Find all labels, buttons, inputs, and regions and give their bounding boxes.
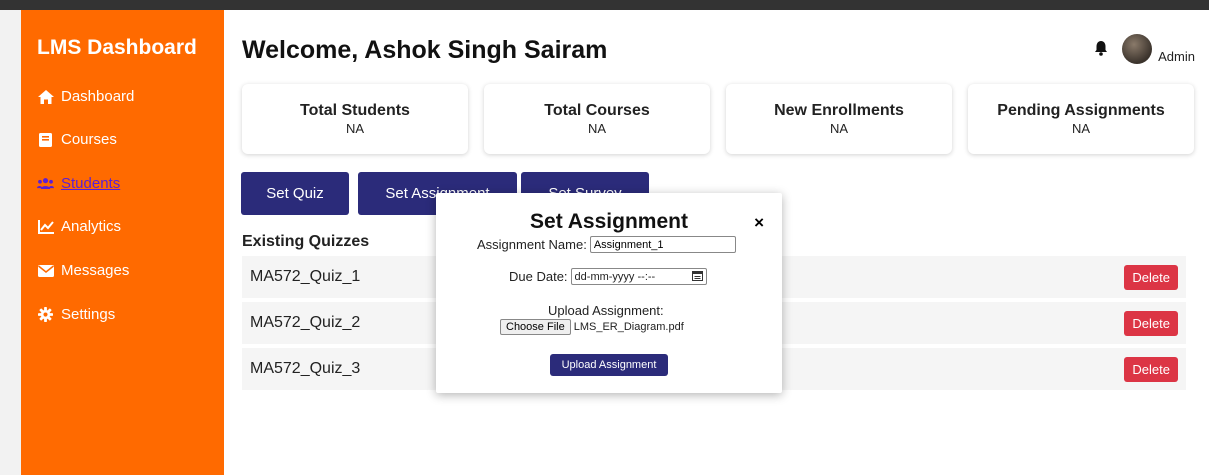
sidebar-item-messages[interactable]: Messages — [37, 262, 129, 279]
upload-label-row: Upload Assignment: — [548, 303, 664, 318]
choose-file-button[interactable]: Choose File — [500, 319, 571, 335]
sidebar-item-analytics[interactable]: Analytics — [37, 218, 121, 235]
book-icon — [37, 132, 54, 147]
stat-value: NA — [1071, 121, 1091, 136]
chart-line-icon — [37, 219, 54, 234]
set-quiz-button[interactable]: Set Quiz — [241, 172, 349, 215]
sidebar-item-label: Settings — [61, 306, 116, 323]
upload-assignment-button[interactable]: Upload Assignment — [550, 354, 668, 376]
stat-card-pending-assignments: Pending Assignments NA — [968, 84, 1194, 154]
sidebar-item-settings[interactable]: Settings — [37, 306, 115, 323]
users-icon — [37, 176, 54, 191]
delete-quiz-button[interactable]: Delete — [1124, 310, 1178, 336]
delete-quiz-button[interactable]: Delete — [1124, 356, 1178, 382]
stat-value: NA — [829, 121, 849, 136]
due-date-value: dd-mm-yyyy --:-- — [574, 270, 656, 283]
selected-file-name: LMS_ER_Diagram.pdf — [573, 321, 684, 333]
sidebar-item-students[interactable]: Students — [37, 175, 120, 192]
assignment-name-input[interactable] — [589, 236, 736, 253]
stat-card-total-courses: Total Courses NA — [484, 84, 710, 154]
gear-icon — [37, 307, 54, 322]
page-title: Welcome, Ashok Singh Sairam — [242, 36, 608, 64]
delete-quiz-button[interactable]: Delete — [1124, 264, 1178, 290]
sidebar-item-label: Dashboard — [61, 88, 135, 105]
avatar[interactable] — [1122, 34, 1153, 64]
quiz-name: MA572_Quiz_3 — [250, 360, 361, 377]
set-assignment-modal: Set Assignment × Assignment Name: Due Da… — [436, 193, 782, 393]
user-menu[interactable]: Admin — [1094, 34, 1195, 64]
stat-label: Total Students — [300, 102, 410, 119]
sidebar-item-label: Messages — [61, 262, 130, 279]
stat-label: New Enrollments — [774, 102, 904, 119]
sidebar-item-label: Courses — [61, 131, 117, 148]
due-date-label: Due Date: — [509, 269, 568, 284]
stat-value: NA — [345, 121, 365, 136]
home-icon — [37, 89, 54, 104]
file-picker: Choose File LMS_ER_Diagram.pdf — [500, 319, 684, 335]
stat-card-new-enrollments: New Enrollments NA — [726, 84, 952, 154]
upload-assignment-label: Upload Assignment: — [548, 303, 664, 318]
sidebar-item-label: Analytics — [61, 218, 122, 235]
stat-label: Pending Assignments — [997, 102, 1165, 119]
due-date-row: Due Date: dd-mm-yyyy --:-- — [509, 268, 707, 285]
modal-title: Set Assignment — [530, 210, 688, 233]
quiz-name: MA572_Quiz_2 — [250, 314, 361, 331]
assignment-name-row: Assignment Name: — [477, 236, 736, 253]
existing-quizzes-heading: Existing Quizzes — [242, 233, 370, 250]
bell-icon[interactable] — [1094, 40, 1108, 56]
quiz-name: MA572_Quiz_1 — [250, 268, 361, 285]
calendar-icon[interactable] — [691, 270, 703, 284]
stat-value: NA — [587, 121, 607, 136]
close-icon[interactable]: × — [754, 213, 764, 233]
stat-label: Total Courses — [544, 102, 650, 119]
sidebar-item-courses[interactable]: Courses — [37, 131, 117, 148]
assignment-name-label: Assignment Name: — [477, 237, 587, 252]
stat-card-total-students: Total Students NA — [242, 84, 468, 154]
sidebar: LMS Dashboard Dashboard Courses Students… — [21, 10, 224, 475]
window-top-bar — [0, 0, 1209, 10]
sidebar-title: LMS Dashboard — [37, 36, 197, 59]
due-date-input[interactable]: dd-mm-yyyy --:-- — [570, 268, 707, 285]
sidebar-item-dashboard[interactable]: Dashboard — [37, 88, 134, 105]
envelope-icon — [37, 263, 54, 278]
user-role-label: Admin — [1158, 49, 1195, 64]
sidebar-item-label: Students — [61, 175, 121, 192]
